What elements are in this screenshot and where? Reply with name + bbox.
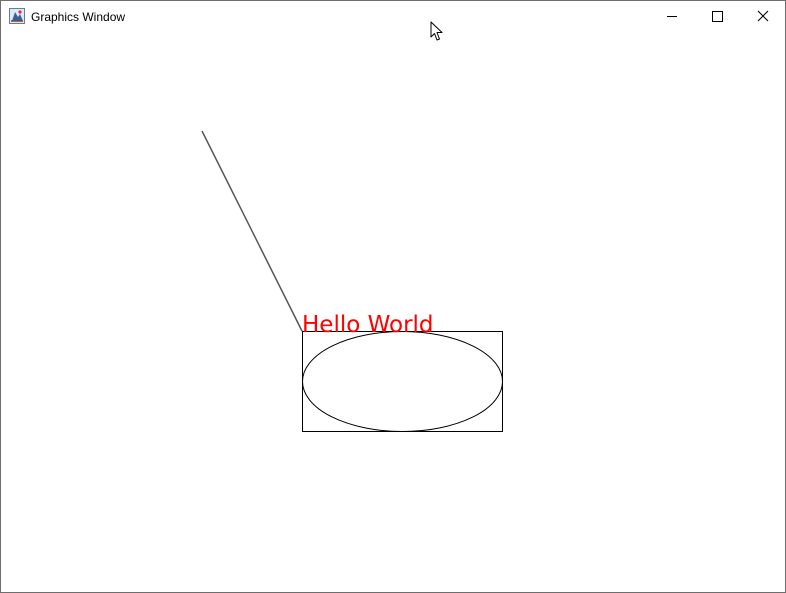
mouse-pointer-icon <box>430 21 443 41</box>
close-icon <box>757 10 769 22</box>
drawing-canvas: Hello World <box>201 130 503 432</box>
maximize-button[interactable] <box>694 1 740 31</box>
title-bar[interactable]: Graphics Window <box>1 1 785 32</box>
graphics-window: Graphics Window Hello World <box>0 0 786 593</box>
drawn-ellipse <box>302 331 503 432</box>
window-title: Graphics Window <box>31 10 126 24</box>
minimize-button[interactable] <box>649 1 695 31</box>
drawn-line <box>201 130 303 332</box>
close-button[interactable] <box>740 1 785 31</box>
minimize-icon <box>667 16 677 17</box>
java-app-icon <box>9 8 25 24</box>
drawn-rectangle <box>302 331 503 432</box>
maximize-icon <box>712 11 723 22</box>
hello-world-text: Hello World <box>302 312 434 338</box>
